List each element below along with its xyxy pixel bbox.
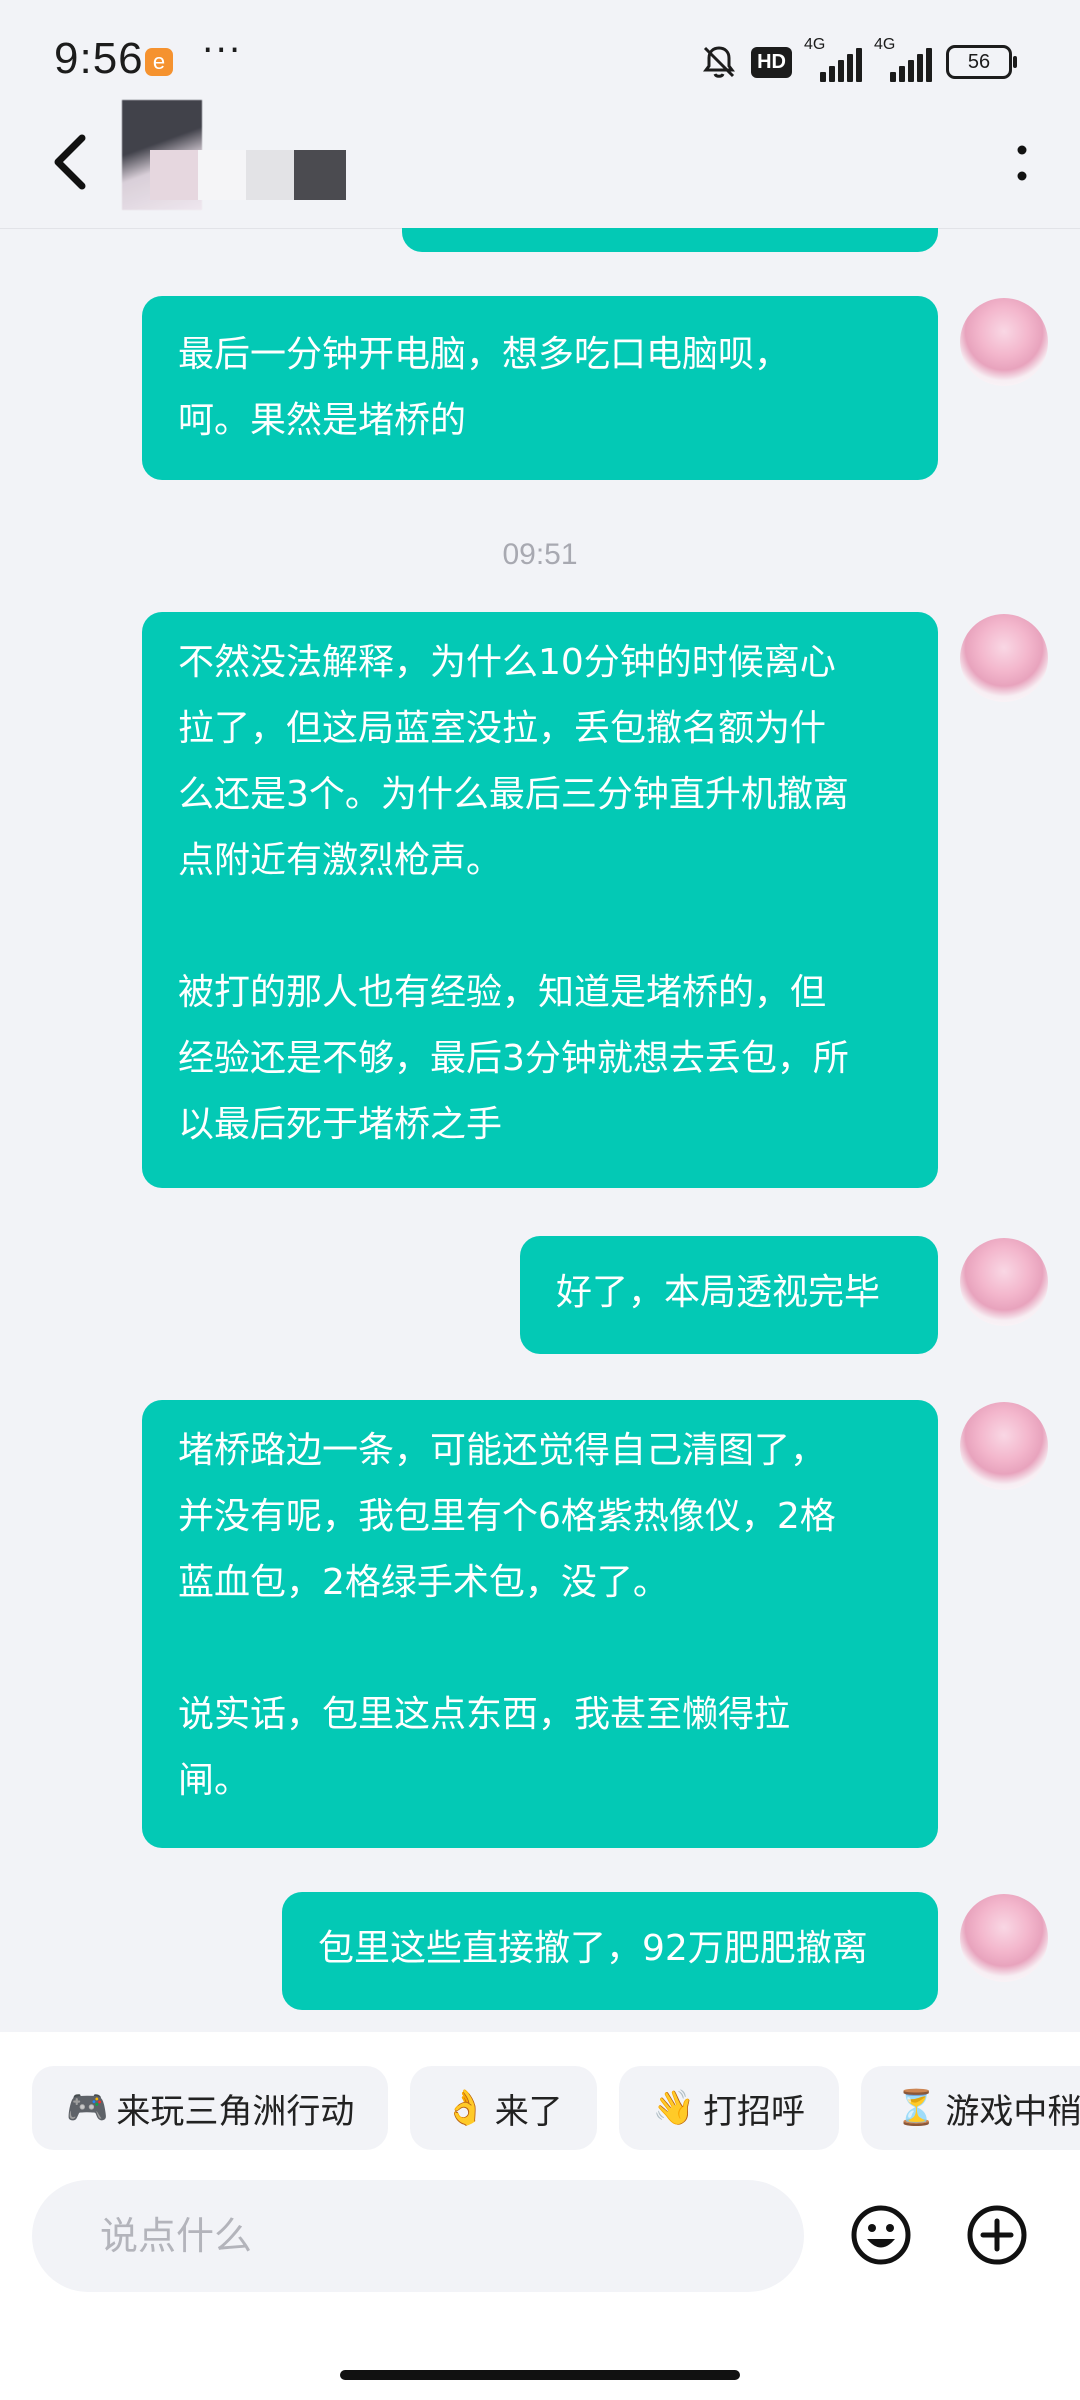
hd-voice-badge: HD	[751, 46, 792, 78]
composer-panel: 🎮 来玩三角洲行动 👌 来了 👋 打招呼 ⏳ 游戏中稍等	[0, 2032, 1080, 2400]
message-bubble[interactable]: 堵桥路边一条，可能还觉得自己清图了， 并没有呢，我包里有个6格紫热像仪，2格 蓝…	[142, 1400, 938, 1848]
network-type-label: 4G	[804, 36, 826, 53]
home-indicator[interactable]	[340, 2370, 740, 2380]
user-avatar[interactable]	[960, 298, 1048, 386]
ok-hand-icon: 👌	[444, 2088, 487, 2128]
status-time: 9:56	[54, 34, 144, 83]
message-bubble[interactable]: 最后一分钟开电脑，想多吃口电脑呗， 呵。果然是堵桥的	[142, 296, 938, 480]
message-input[interactable]	[32, 2180, 804, 2292]
gamepad-icon: 🎮	[66, 2088, 109, 2128]
plus-circle-icon[interactable]	[966, 2204, 1028, 2266]
message-bubble[interactable]: 不然没法解释，为什么10分钟的时候离心 拉了，但这局蓝室没拉，丢包撤名额为什 么…	[142, 612, 938, 1188]
quick-reply-label: 打招呼	[703, 2091, 806, 2132]
message-timestamp: 09:51	[502, 538, 578, 571]
quick-reply-label: 来了	[494, 2091, 563, 2132]
message-bubble[interactable]: 好了，本局透视完毕	[520, 1236, 938, 1354]
user-avatar[interactable]	[960, 1238, 1048, 1326]
network-type-label: 4G	[874, 36, 896, 53]
chat-header	[0, 100, 1080, 229]
quick-reply-chip[interactable]: 🎮 来玩三角洲行动	[32, 2066, 389, 2150]
chevron-left-icon[interactable]	[44, 130, 104, 194]
hourglass-icon: ⏳	[895, 2088, 938, 2128]
signal-strength-icon: 4G	[874, 36, 932, 82]
quick-reply-label: 游戏中稍等	[945, 2091, 1080, 2132]
quick-reply-chip[interactable]: ⏳ 游戏中稍等	[861, 2066, 1080, 2150]
message-list[interactable]: 最后一分钟开电脑，想多吃口电脑呗， 呵。果然是堵桥的 09:51 不然没法解释，…	[0, 228, 1080, 2032]
vertical-dots-icon[interactable]	[1010, 144, 1034, 184]
chat-screen: 9:56 e ··· HD 4G 4G 56 最后一分钟开电脑，想多吃口电脑呗，…	[0, 0, 1080, 2400]
status-indicators: HD 4G 4G 56	[701, 36, 1017, 84]
user-avatar[interactable]	[960, 614, 1048, 702]
quick-reply-chip[interactable]: 👋 打招呼	[618, 2066, 840, 2150]
quick-reply-chip[interactable]: 👌 来了	[410, 2066, 597, 2150]
more-notifications-icon: ···	[202, 30, 243, 71]
user-avatar[interactable]	[960, 1402, 1048, 1490]
wave-hand-icon: 👋	[652, 2088, 696, 2128]
bell-muted-icon	[703, 46, 736, 78]
user-avatar[interactable]	[960, 1894, 1048, 1982]
browser-app-icon: e	[145, 48, 173, 76]
message-bubble[interactable]: 包里这些直接撤了，92万肥肥撤离	[282, 1892, 938, 2010]
contact-name-redacted	[150, 150, 350, 200]
quick-reply-label: 来玩三角洲行动	[116, 2091, 355, 2132]
quick-reply-bar: 🎮 来玩三角洲行动 👌 来了 👋 打招呼 ⏳ 游戏中稍等	[32, 2066, 1080, 2150]
message-bubble-partial	[402, 228, 938, 252]
signal-strength-icon: 4G	[804, 36, 862, 82]
emoji-icon[interactable]	[850, 2204, 912, 2266]
battery-icon: 56	[946, 45, 1017, 79]
